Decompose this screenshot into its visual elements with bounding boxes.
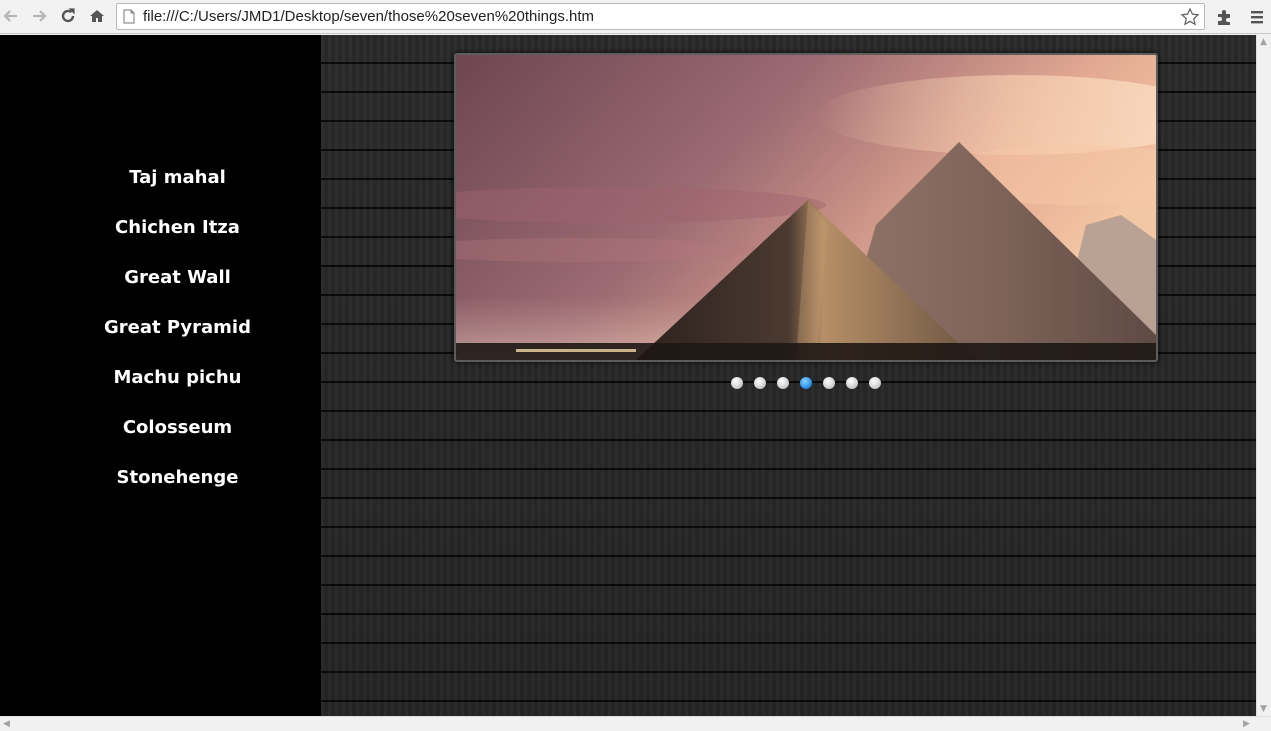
page-viewport: Taj mahal Chichen Itza Great Wall Great … xyxy=(0,35,1256,716)
scroll-right-icon[interactable]: ▶ xyxy=(1243,719,1250,729)
back-icon[interactable] xyxy=(0,5,22,27)
pyramids-image xyxy=(456,55,1156,360)
extensions-icon[interactable] xyxy=(1213,6,1235,28)
scroll-up-icon[interactable]: ▲ xyxy=(1260,37,1267,47)
nav-item-stonehenge[interactable]: Stonehenge xyxy=(0,467,355,488)
browser-toolbar: file:///C:/Users/JMD1/Desktop/seven/thos… xyxy=(0,0,1271,34)
slider-dot[interactable] xyxy=(731,377,743,389)
slider-dot[interactable] xyxy=(754,377,766,389)
nav-item-colosseum[interactable]: Colosseum xyxy=(0,417,355,438)
star-icon[interactable] xyxy=(1180,7,1200,31)
nav-item-machu-pichu[interactable]: Machu pichu xyxy=(0,367,355,388)
slider-dot-active[interactable] xyxy=(800,377,812,389)
slider-dots xyxy=(731,377,881,389)
slider-dot[interactable] xyxy=(777,377,789,389)
forward-icon[interactable] xyxy=(28,5,50,27)
slider-dot[interactable] xyxy=(869,377,881,389)
reload-icon[interactable] xyxy=(57,5,79,27)
home-icon[interactable] xyxy=(86,5,108,27)
menu-icon[interactable] xyxy=(1246,6,1268,28)
sidebar: Taj mahal Chichen Itza Great Wall Great … xyxy=(0,35,321,716)
address-bar[interactable]: file:///C:/Users/JMD1/Desktop/seven/thos… xyxy=(116,3,1205,30)
page-icon xyxy=(123,9,135,28)
horizontal-scrollbar[interactable]: ◀ ▶ xyxy=(0,716,1271,731)
nav-item-chichen-itza[interactable]: Chichen Itza xyxy=(0,217,355,238)
address-url[interactable]: file:///C:/Users/JMD1/Desktop/seven/thos… xyxy=(143,8,594,25)
vertical-scrollbar[interactable]: ▲ ▼ xyxy=(1256,35,1271,716)
main-content xyxy=(321,35,1256,716)
slider-dot[interactable] xyxy=(823,377,835,389)
scroll-down-icon[interactable]: ▼ xyxy=(1260,704,1267,714)
slider-dot[interactable] xyxy=(846,377,858,389)
nav-item-great-wall[interactable]: Great Wall xyxy=(0,267,355,288)
nav-item-taj-mahal[interactable]: Taj mahal xyxy=(0,167,355,188)
scroll-left-icon[interactable]: ◀ xyxy=(3,719,10,729)
nav-item-great-pyramid[interactable]: Great Pyramid xyxy=(0,317,355,338)
image-slider[interactable] xyxy=(454,53,1158,362)
